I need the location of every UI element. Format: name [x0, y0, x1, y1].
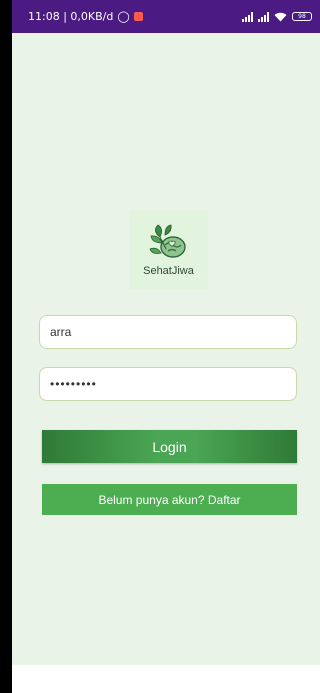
- status-bar: 11:08 | 0,0KB/d ◯ 98: [12, 0, 320, 33]
- brain-leaf-icon: [149, 224, 186, 258]
- app-logo: SehatJiwa: [129, 211, 208, 289]
- password-input[interactable]: [39, 367, 297, 401]
- battery-icon: 98: [292, 12, 312, 21]
- status-right: 98: [242, 11, 312, 22]
- register-button[interactable]: Belum punya akun? Daftar: [42, 484, 297, 515]
- signal-icon: [242, 11, 253, 22]
- signal-icon-2: [258, 11, 269, 22]
- app-name: SehatJiwa: [143, 265, 194, 277]
- status-left: 11:08 | 0,0KB/d ◯: [28, 10, 143, 23]
- app-frame: 11:08 | 0,0KB/d ◯ 98 SehatJiwa arra ••••…: [0, 0, 320, 693]
- notification-icon: [133, 12, 143, 21]
- wifi-icon: [274, 12, 287, 21]
- username-input[interactable]: [39, 315, 297, 349]
- navigation-area: [12, 665, 320, 693]
- alarm-clock-icon: ◯: [117, 10, 130, 23]
- status-time: 11:08 | 0,0KB/d: [28, 10, 114, 23]
- login-button[interactable]: Login: [42, 430, 297, 463]
- device-bezel: [0, 0, 12, 693]
- login-screen: SehatJiwa Login Belum punya akun? Daftar: [12, 33, 320, 665]
